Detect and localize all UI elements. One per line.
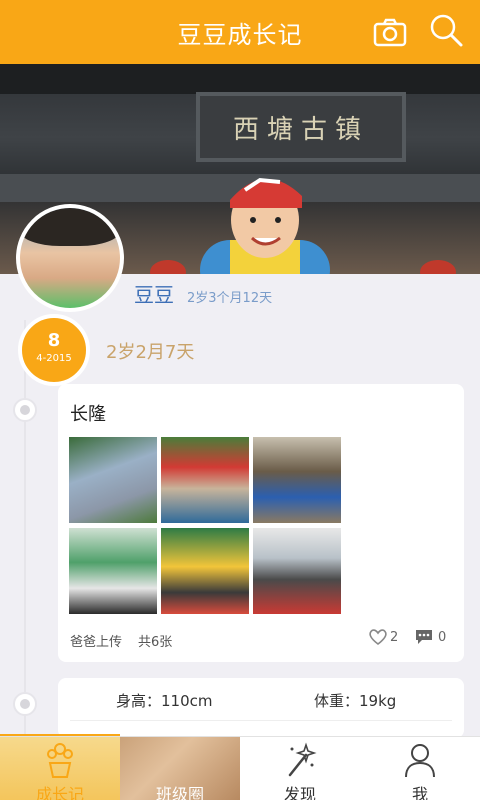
photo-thumbnail[interactable] xyxy=(253,437,341,523)
child-figure xyxy=(200,177,330,274)
lantern xyxy=(150,260,186,274)
profile-avatar[interactable] xyxy=(16,204,124,312)
flower-pot-icon xyxy=(47,743,73,778)
top-bar: 豆豆成长记 xyxy=(0,0,480,64)
like-count: 2 xyxy=(390,629,399,645)
app-title: 豆豆成长记 xyxy=(177,20,303,49)
tab-label: 班级圈 xyxy=(155,785,204,800)
lantern xyxy=(420,260,456,274)
camera-icon[interactable] xyxy=(372,14,408,50)
profile-age: 2岁3个月12天 xyxy=(187,291,273,306)
cover-sign: 西塘古镇 xyxy=(196,92,406,162)
photo-thumbnail[interactable] xyxy=(161,437,249,523)
tab-label: 发现 xyxy=(283,785,316,800)
comment-count: 0 xyxy=(438,629,447,645)
heart-icon xyxy=(369,629,387,646)
growth-stats-card[interactable]: 身高：110cm 体重：19kg xyxy=(58,678,464,738)
profile-name[interactable]: 豆豆 xyxy=(134,279,174,308)
comment-button[interactable]: 0 xyxy=(414,628,446,646)
cover-sign-text: 西塘古镇 xyxy=(232,114,369,145)
search-icon[interactable] xyxy=(428,12,464,48)
album-title: 长隆 xyxy=(70,404,106,425)
comment-icon xyxy=(416,630,432,644)
uploader-label: 爸爸上传 xyxy=(70,635,123,650)
timeline-dot xyxy=(13,692,37,716)
tab-growth[interactable]: 成长记 xyxy=(0,737,120,800)
timeline-line xyxy=(24,320,26,800)
tab-me[interactable]: 我 xyxy=(360,737,480,800)
entry-age-label: 2岁2月7天 xyxy=(106,342,195,363)
person-icon xyxy=(405,744,435,778)
tab-discover[interactable]: 发现 xyxy=(240,737,360,800)
weight-stat: 体重：19kg xyxy=(314,692,397,710)
date-month-year: 4-2015 xyxy=(36,353,72,364)
like-button[interactable]: 2 xyxy=(368,628,398,646)
date-badge: 8 4-2015 xyxy=(18,314,90,386)
photo-thumbnail[interactable] xyxy=(161,528,249,614)
tab-label: 成长记 xyxy=(35,785,84,800)
photo-grid xyxy=(69,437,345,615)
album-card[interactable]: 长隆 爸爸上传 共6张 2 0 xyxy=(58,384,464,662)
magic-wand-icon xyxy=(288,742,317,777)
roof-silhouette xyxy=(0,64,480,94)
photo-thumbnail[interactable] xyxy=(69,528,157,614)
tab-class-circle[interactable]: 班级圈 xyxy=(120,737,240,800)
bottom-tab-bar: 成长记 班级圈 发现 我 xyxy=(0,736,480,800)
photo-count: 共6张 xyxy=(138,635,173,650)
height-stat: 身高：110cm xyxy=(116,692,213,710)
photo-thumbnail[interactable] xyxy=(69,437,157,523)
timeline-dot xyxy=(13,398,37,422)
tab-label: 我 xyxy=(411,785,428,800)
date-day: 8 xyxy=(47,330,61,351)
photo-thumbnail[interactable] xyxy=(253,528,341,614)
divider xyxy=(70,720,452,721)
avatar-hair xyxy=(20,208,120,246)
